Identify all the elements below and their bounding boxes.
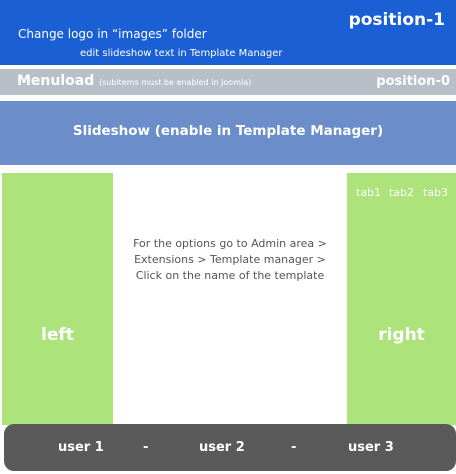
footer-divider: - <box>143 440 149 455</box>
main-content-instructions: For the options go to Admin area > Exten… <box>113 236 347 284</box>
instruction-line: For the options go to Admin area > <box>133 237 327 250</box>
user-1-module: user 1 <box>58 440 104 455</box>
menuload-note: (subitems must be enabled in Joomla) <box>99 78 252 87</box>
tab-3[interactable]: tab3 <box>423 186 448 199</box>
instruction-line: Click on the name of the template <box>135 269 325 282</box>
position-1-label: position-1 <box>348 10 445 30</box>
user-2-module: user 2 <box>199 440 245 455</box>
footer-user-modules: user 1 - user 2 - user 3 <box>4 424 456 471</box>
left-column: left <box>2 173 113 425</box>
left-column-label: left <box>41 325 74 345</box>
right-column-label: right <box>378 325 425 345</box>
menuload-title[interactable]: Menuload <box>17 73 94 89</box>
user-3-module: user 3 <box>348 440 394 455</box>
right-column: tab1 tab2 tab3 right <box>347 173 456 425</box>
tab-2[interactable]: tab2 <box>389 186 414 199</box>
position-0-label: position-0 <box>376 74 450 89</box>
menu-bar-position-0: Menuload (subitems must be enabled in Jo… <box>0 69 456 95</box>
slideshow-area: Slideshow (enable in Template Manager) <box>0 101 456 165</box>
slideshow-edit-note: edit slideshow text in Template Manager <box>80 48 283 59</box>
right-column-tabs: tab1 tab2 tab3 <box>347 186 456 204</box>
tab-1[interactable]: tab1 <box>356 186 381 199</box>
instruction-line: Extensions > Template manager > <box>134 253 326 266</box>
logo-placeholder-text: Change logo in “images” folder <box>18 27 207 41</box>
slideshow-label: Slideshow (enable in Template Manager) <box>72 123 384 139</box>
footer-divider: - <box>291 440 297 455</box>
header-position-1: Change logo in “images” folder edit slid… <box>0 0 456 65</box>
